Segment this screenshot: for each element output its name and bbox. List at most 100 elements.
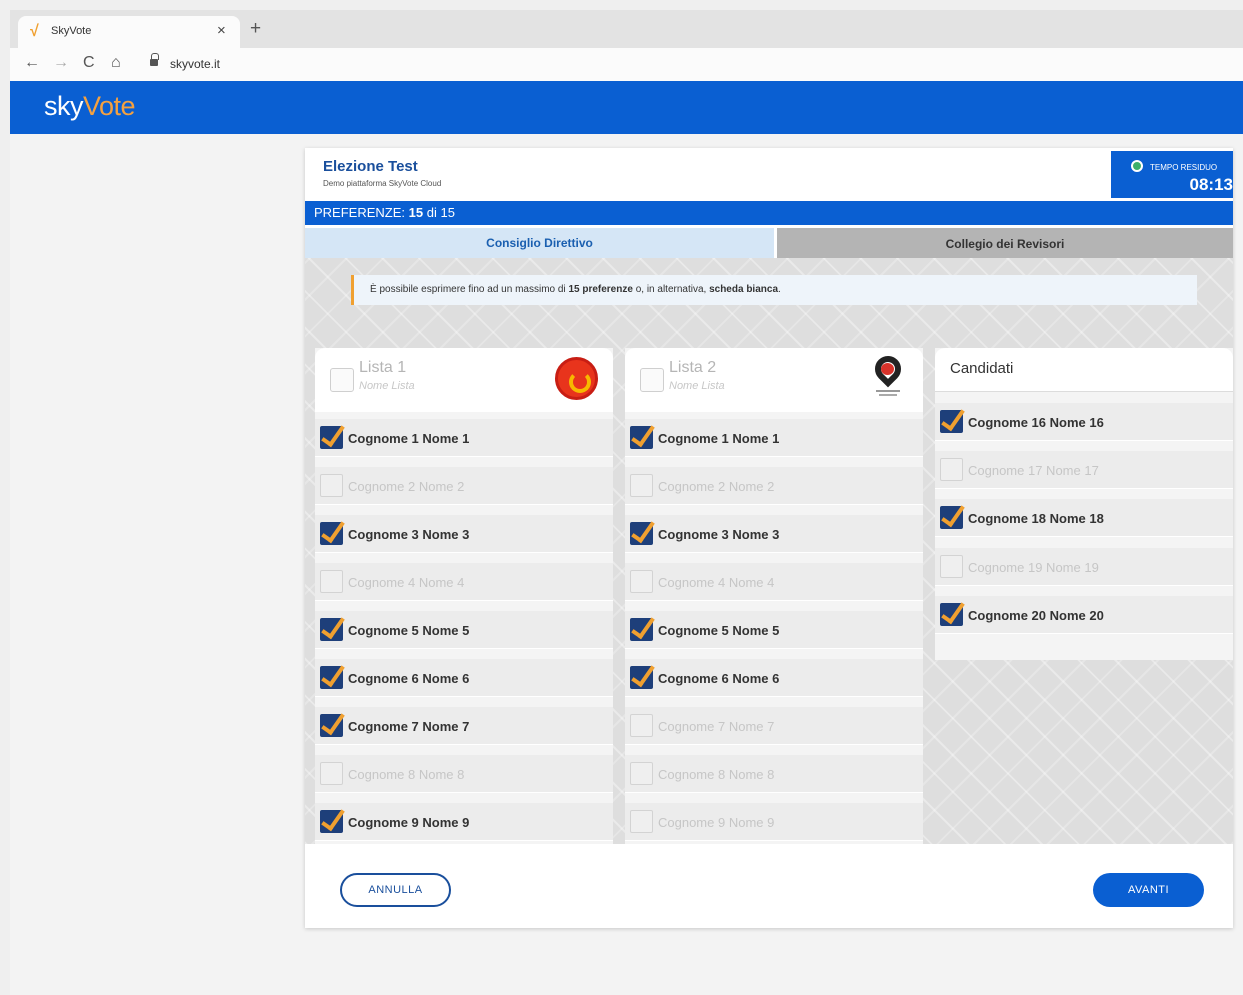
checkbox-unchecked-icon[interactable] [630,570,653,593]
candidate-row[interactable]: Cognome 19 Nome 19 [935,547,1233,586]
election-title: Elezione Test [323,158,418,175]
info-box: È possibile esprimere fino ad un massimo… [351,275,1197,305]
browser-tabstrip: √ SkyVote × + [10,10,1243,48]
tab-consiglio-direttivo[interactable]: Consiglio Direttivo [305,228,774,258]
candidate-row[interactable]: Cognome 9 Nome 9 [315,803,613,841]
timer-box: TEMPO RESIDUO 08:13 [1111,151,1233,198]
candidate-row[interactable]: Cognome 7 Nome 7 [315,707,613,745]
candidate-row[interactable]: Cognome 8 Nome 8 [625,755,923,793]
checkbox-unchecked-icon[interactable] [320,474,343,497]
browser-tab[interactable]: √ SkyVote × [18,16,240,48]
checkbox-checked-icon[interactable] [940,602,963,626]
next-button[interactable]: AVANTI [1093,873,1204,907]
checkbox-unchecked-icon[interactable] [630,474,653,497]
checkbox-checked-icon[interactable] [630,522,653,545]
candidate-row[interactable]: Cognome 9 Nome 9 [625,803,923,841]
checkbox-checked-icon[interactable] [940,506,963,530]
tabs-bar: Consiglio Direttivo Collegio dei Revisor… [305,228,1233,258]
pref-total: di 15 [426,205,455,220]
checkbox-unchecked-icon[interactable] [320,762,343,785]
candidate-name: Cognome 4 Nome 4 [348,575,465,590]
candidate-row[interactable]: Cognome 4 Nome 4 [625,563,923,601]
candidate-row[interactable]: Cognome 8 Nome 8 [315,755,613,793]
candidate-row[interactable]: Cognome 1 Nome 1 [315,419,613,457]
tab-title: SkyVote [51,25,92,37]
checkbox-unchecked-icon[interactable] [630,810,653,833]
address-bar[interactable]: skyvote.it [170,57,220,71]
candidate-row[interactable]: Cognome 17 Nome 17 [935,451,1233,490]
candidate-name: Cognome 4 Nome 4 [658,575,775,590]
reload-icon[interactable]: C [83,54,95,72]
ballot-content: È possibile esprimere fino ad un massimo… [305,258,1233,844]
independent-candidates-column: Candidati Cognome 16 Nome 16 Cognome 17 N… [935,348,1233,660]
election-subtitle: Demo piattaforma SkyVote Cloud [323,179,442,188]
candidate-row[interactable]: Cognome 16 Nome 16 [935,403,1233,441]
checkbox-checked-icon[interactable] [320,810,343,833]
candidate-row[interactable]: Cognome 5 Nome 5 [625,611,923,649]
info-text: È possibile esprimere fino ad un massimo… [370,284,569,295]
list-name: Lista 1 [359,359,407,376]
candidate-name: Cognome 3 Nome 3 [348,527,470,542]
back-icon[interactable]: ← [24,54,40,72]
info-text: o, in alternativa, [632,284,710,295]
candidate-row[interactable]: Cognome 5 Nome 5 [315,611,613,649]
skyvote-logo: skyVote [44,91,136,122]
candidate-row[interactable]: Cognome 4 Nome 4 [315,563,613,601]
candidate-row[interactable]: Cognome 3 Nome 3 [315,515,613,553]
pref-count: 15 [408,205,424,220]
checkbox-unchecked-icon[interactable] [630,714,653,737]
checkbox-unchecked-icon[interactable] [940,458,963,482]
candidates-header: Candidati [935,348,1233,392]
forward-icon[interactable]: → [53,54,69,72]
candidates-title: Candidati [950,360,1014,377]
cancel-button[interactable]: ANNULLA [340,873,451,907]
close-tab-icon[interactable]: × [217,22,226,39]
candidate-name: Cognome 7 Nome 7 [658,719,775,734]
checkbox-unchecked-icon[interactable] [630,762,653,785]
candidate-row[interactable]: Cognome 6 Nome 6 [315,659,613,697]
list-subtitle: Nome Lista [359,380,415,392]
lock-icon [150,53,159,66]
candidate-name: Cognome 6 Nome 6 [348,671,470,686]
list-subtitle: Nome Lista [669,380,725,392]
checkbox-checked-icon[interactable] [320,618,343,641]
favicon-icon: √ [30,23,39,40]
red-circle-logo-icon [555,357,598,400]
checkbox-checked-icon[interactable] [630,666,653,689]
checkbox-checked-icon[interactable] [320,714,343,737]
info-bold-preferences: 15 preferenze [568,284,633,295]
ballot-footer: ANNULLA AVANTI [305,844,1233,928]
logo-vote-text: Vote [83,91,136,121]
preferences-bar: PREFERENZE: 15 di 15 [305,201,1233,225]
candidate-row[interactable]: Cognome 3 Nome 3 [625,515,923,553]
checkbox-unchecked-icon[interactable] [940,554,963,578]
new-tab-icon[interactable]: + [250,19,261,39]
candidate-row[interactable]: Cognome 7 Nome 7 [625,707,923,745]
candidate-name: Cognome 8 Nome 8 [348,767,465,782]
candidate-name: Cognome 5 Nome 5 [348,623,470,638]
list-checkbox[interactable] [330,368,354,392]
candidate-row[interactable]: Cognome 6 Nome 6 [625,659,923,697]
home-icon[interactable]: ⌂ [111,54,121,72]
candidate-row[interactable]: Cognome 20 Nome 20 [935,595,1233,634]
candidate-name: Cognome 16 Nome 16 [968,415,1104,430]
candidate-name: Cognome 8 Nome 8 [658,767,775,782]
candidate-row[interactable]: Cognome 18 Nome 18 [935,499,1233,538]
checkbox-checked-icon[interactable] [320,522,343,545]
candidate-row[interactable]: Cognome 2 Nome 2 [625,467,923,505]
candidate-name: Cognome 3 Nome 3 [658,527,780,542]
candidate-row[interactable]: Cognome 2 Nome 2 [315,467,613,505]
checkbox-checked-icon[interactable] [630,426,653,449]
list-column-1: Lista 1 Nome Lista Cognome 1 Nome 1 Cogno… [315,348,613,844]
tab-collegio-revisori[interactable]: Collegio dei Revisori [777,228,1233,258]
checkbox-unchecked-icon[interactable] [320,570,343,593]
candidate-row[interactable]: Cognome 1 Nome 1 [625,419,923,457]
candidate-name: Cognome 1 Nome 1 [658,431,780,446]
checkbox-checked-icon[interactable] [630,618,653,641]
checkbox-checked-icon[interactable] [940,410,963,433]
list-checkbox[interactable] [640,368,664,392]
pref-label: PREFERENZE: [314,205,406,220]
candidate-name: Cognome 20 Nome 20 [968,607,1104,623]
checkbox-checked-icon[interactable] [320,666,343,689]
checkbox-checked-icon[interactable] [320,426,343,449]
